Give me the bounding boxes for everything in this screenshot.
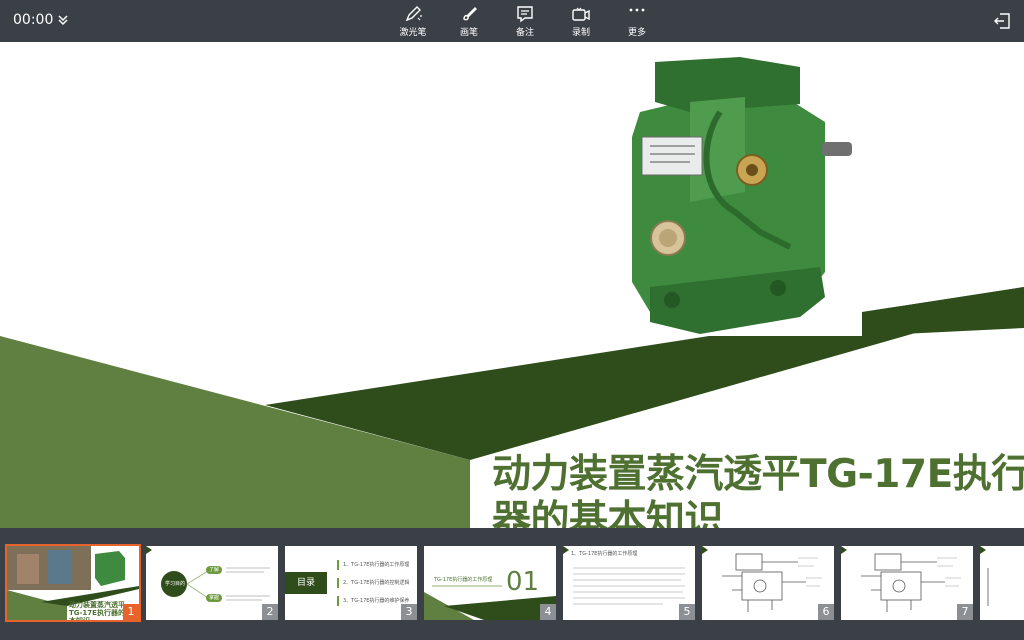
chevron-double-down-icon <box>58 15 68 26</box>
thumb-4-number: 4 <box>540 604 556 620</box>
slide-thumbnail-2[interactable]: 学习目的 了解 掌握 2 <box>146 546 278 620</box>
thumb-2-bubble-main: 学习目的 <box>165 581 186 587</box>
more-label: 更多 <box>627 28 646 38</box>
thumb-3-item-2: 2、TG-17E执行器的控制逻辑 <box>343 580 410 586</box>
actuator-image <box>620 42 862 336</box>
notes-button[interactable]: 备注 <box>497 4 553 39</box>
slide-thumbnail-4[interactable]: TG-17E执行器的工作原理 01 4 <box>424 546 556 620</box>
current-slide[interactable]: 动力装置蒸汽透平TG-17E执行器的基本知识 <box>0 42 1024 528</box>
thumb-4-label: TG-17E执行器的工作原理 <box>434 577 493 583</box>
thumbnail-strip: 动力装置蒸汽透平TG-17E执行器的基本知识 1 学习目的 了解 掌握 2 目录… <box>0 528 1024 640</box>
notes-label: 备注 <box>515 28 534 38</box>
thumb-6-number: 6 <box>818 604 834 620</box>
presentation-toolbar: 00:00 激光笔 画笔 备注 录制 更多 <box>0 0 1024 42</box>
thumb-8-art <box>980 546 989 606</box>
thumb-5-number: 5 <box>679 604 695 620</box>
thumb-3-heading: 目录 <box>297 578 316 588</box>
exit-icon[interactable] <box>992 11 1012 31</box>
thumb-7-number: 7 <box>957 604 973 620</box>
thumb-5-heading: 1、TG-17E执行器的工作原理 <box>571 551 638 557</box>
thumb-7-diagram <box>841 546 961 612</box>
more-button[interactable]: 更多 <box>609 4 665 39</box>
slide-thumbnail-7[interactable]: 7 <box>841 546 973 620</box>
thumb-3-item-1: 1、TG-17E执行器的工作原理 <box>343 562 410 568</box>
thumb-1-number: 1 <box>123 604 139 620</box>
thumb-2-bubble-a: 了解 <box>209 567 220 573</box>
brush-icon <box>463 7 477 21</box>
record-button[interactable]: 录制 <box>553 4 609 39</box>
notes-icon <box>517 6 533 23</box>
record-label: 录制 <box>571 28 590 38</box>
brush-button[interactable]: 画笔 <box>441 4 497 39</box>
record-icon <box>572 7 590 21</box>
laser-pen-button[interactable]: 激光笔 <box>385 4 441 39</box>
laser-pen-icon <box>405 6 422 22</box>
timer-toggle[interactable]: 00:00 <box>13 12 69 28</box>
thumb-5-art <box>563 546 685 605</box>
thumb-2-bubble-b: 掌握 <box>209 595 220 601</box>
thumb-6-diagram <box>702 546 822 612</box>
slide-thumbnail-1[interactable]: 动力装置蒸汽透平TG-17E执行器的基本知识 1 <box>5 544 141 622</box>
thumb-3-number: 3 <box>401 604 417 620</box>
brush-label: 画笔 <box>459 28 478 38</box>
more-icon <box>629 8 645 12</box>
thumb-2-number: 2 <box>262 604 278 620</box>
timer-text: 00:00 <box>13 12 54 28</box>
slide-title: 动力装置蒸汽透平TG-17E执行器的基本知识 <box>492 452 1024 528</box>
dark-green-wedge <box>862 287 1024 336</box>
slide-thumbnail-3[interactable]: 目录 1、TG-17E执行器的工作原理 2、TG-17E执行器的控制逻辑 3、T… <box>285 546 417 620</box>
thumb-4-big-number: 01 <box>506 567 540 597</box>
tool-group: 激光笔 画笔 备注 录制 更多 <box>385 4 665 39</box>
laser-pen-label: 激光笔 <box>399 28 427 38</box>
slide-thumbnail-8-partial[interactable] <box>980 546 1024 620</box>
slide-thumbnail-5[interactable]: 1、TG-17E执行器的工作原理 5 <box>563 546 695 620</box>
slide-thumbnail-6[interactable]: 6 <box>702 546 834 620</box>
thumb-3-item-3: 3、TG-17E执行器的维护保养 <box>343 598 410 604</box>
